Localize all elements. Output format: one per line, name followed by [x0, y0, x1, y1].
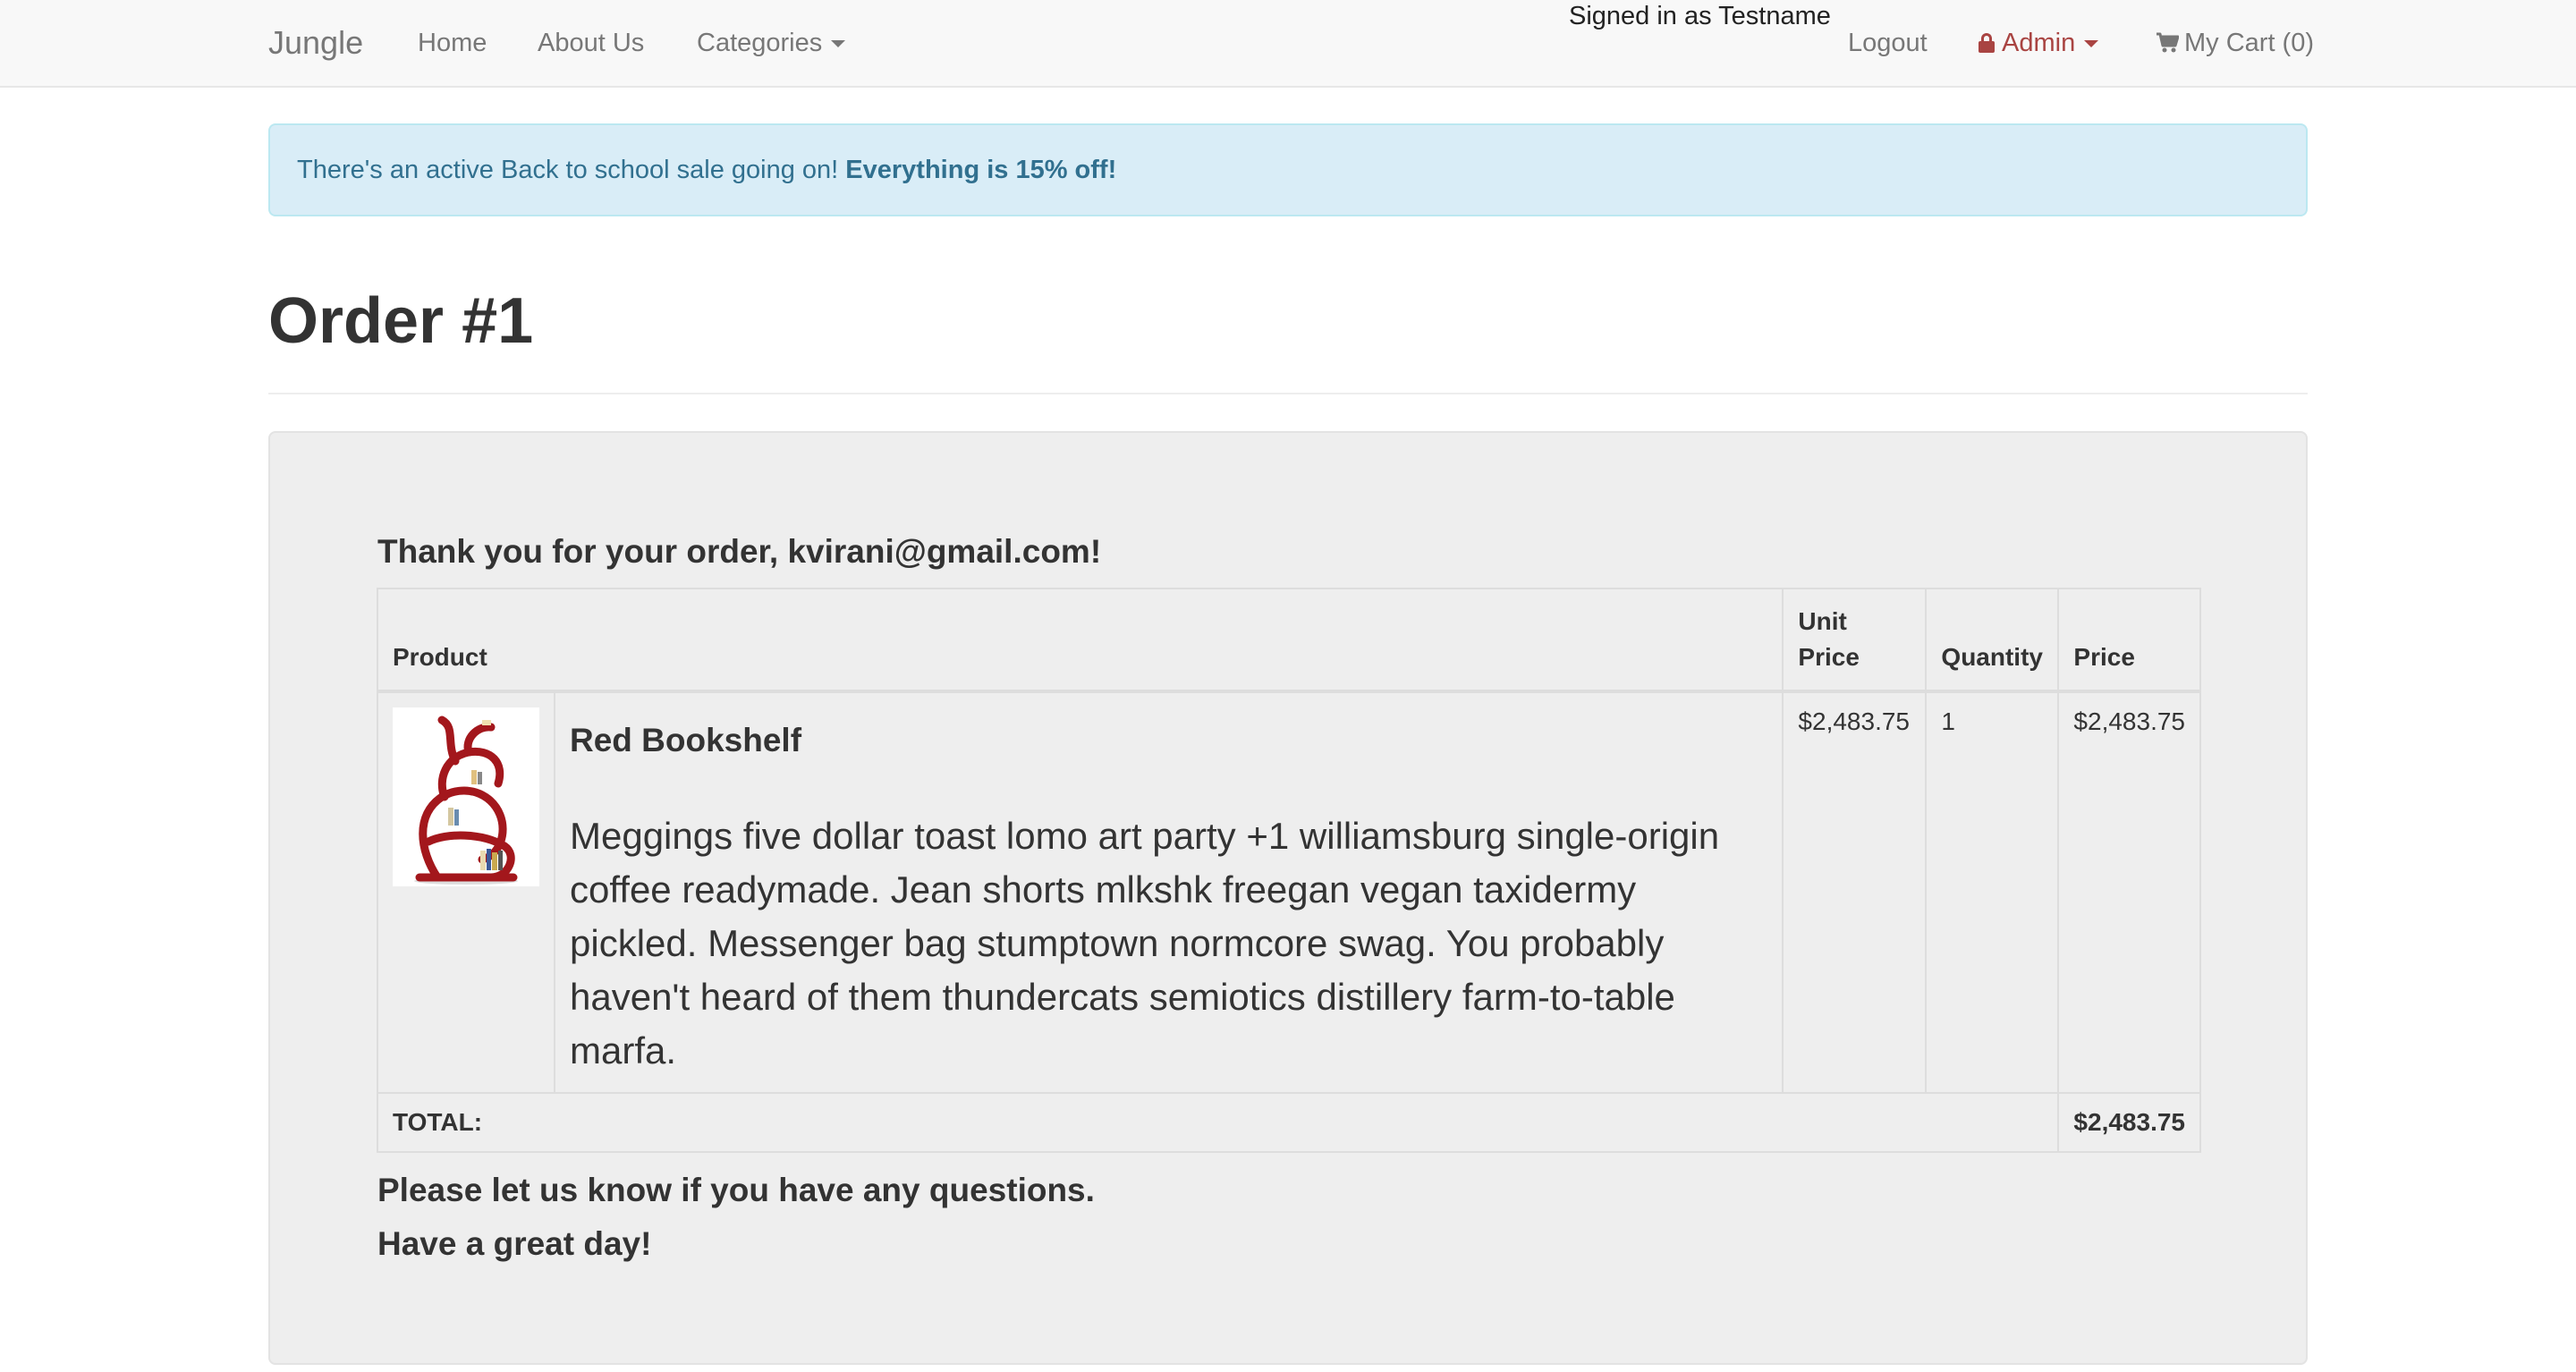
caret-down-icon — [831, 40, 846, 48]
red-bookshelf-image — [393, 707, 539, 886]
cart-link[interactable]: My Cart (0) — [2156, 29, 2314, 58]
admin-dropdown[interactable]: Admin — [1979, 29, 2099, 58]
thank-you-message: Thank you for your order, kvirani@gmail.… — [377, 533, 1102, 570]
page-header-divider — [268, 393, 2308, 394]
sale-alert-text: There's an active Back to school sale go… — [297, 156, 846, 184]
nav-about-link[interactable]: About Us — [538, 29, 644, 58]
nav-home-link[interactable]: Home — [418, 29, 487, 58]
sale-alert-emphasis: Everything is 15% off! — [845, 156, 1117, 184]
shopping-cart-icon — [2157, 32, 2179, 53]
nav-categories-label: Categories — [697, 29, 823, 57]
header-unit-price: Unit Price — [1782, 588, 1928, 693]
page-title: Order #1 — [268, 285, 534, 357]
nav-categories-dropdown[interactable]: Categories — [697, 29, 846, 58]
header-product: Product — [376, 588, 1784, 693]
total-value: $2,483.75 — [2057, 1092, 2201, 1153]
total-label: TOTAL: — [376, 1092, 2060, 1153]
sale-alert: There's an active Back to school sale go… — [268, 123, 2308, 216]
closing-questions: Please let us know if you have any quest… — [377, 1172, 1095, 1208]
header-quantity: Quantity — [1925, 588, 2060, 693]
header-price: Price — [2057, 588, 2201, 693]
product-image-cell — [377, 690, 555, 1094]
signed-in-text: Signed in as Testname — [1569, 2, 1831, 30]
product-details-cell: Red Bookshelf Meggings five dollar toast… — [553, 690, 1784, 1094]
quantity-cell: 1 — [1925, 690, 2060, 1094]
brand-link[interactable]: Jungle — [268, 24, 363, 62]
table-header-row: Product Unit Price Quantity Price — [376, 588, 2201, 693]
product-name: Red Bookshelf — [570, 722, 802, 758]
navbar: Jungle Home About Us Categories Signed i… — [0, 0, 2576, 88]
order-summary-panel: Thank you for your order, kvirani@gmail.… — [268, 431, 2308, 1365]
lock-icon — [1979, 33, 1995, 53]
unit-price-cell: $2,483.75 — [1782, 690, 1928, 1094]
admin-label: Admin — [2002, 29, 2076, 57]
order-table: Product Unit Price Quantity Price Red Bo… — [376, 588, 2201, 1153]
closing-greeting: Have a great day! — [377, 1225, 652, 1262]
logout-link[interactable]: Logout — [1848, 29, 1928, 58]
table-row: Red Bookshelf Meggings five dollar toast… — [377, 690, 2201, 1094]
price-cell: $2,483.75 — [2057, 690, 2201, 1094]
caret-down-icon — [2084, 40, 2099, 48]
product-description: Meggings five dollar toast lomo art part… — [570, 815, 1720, 1071]
cart-label: My Cart (0) — [2184, 29, 2314, 57]
total-row: TOTAL: $2,483.75 — [376, 1092, 2201, 1153]
